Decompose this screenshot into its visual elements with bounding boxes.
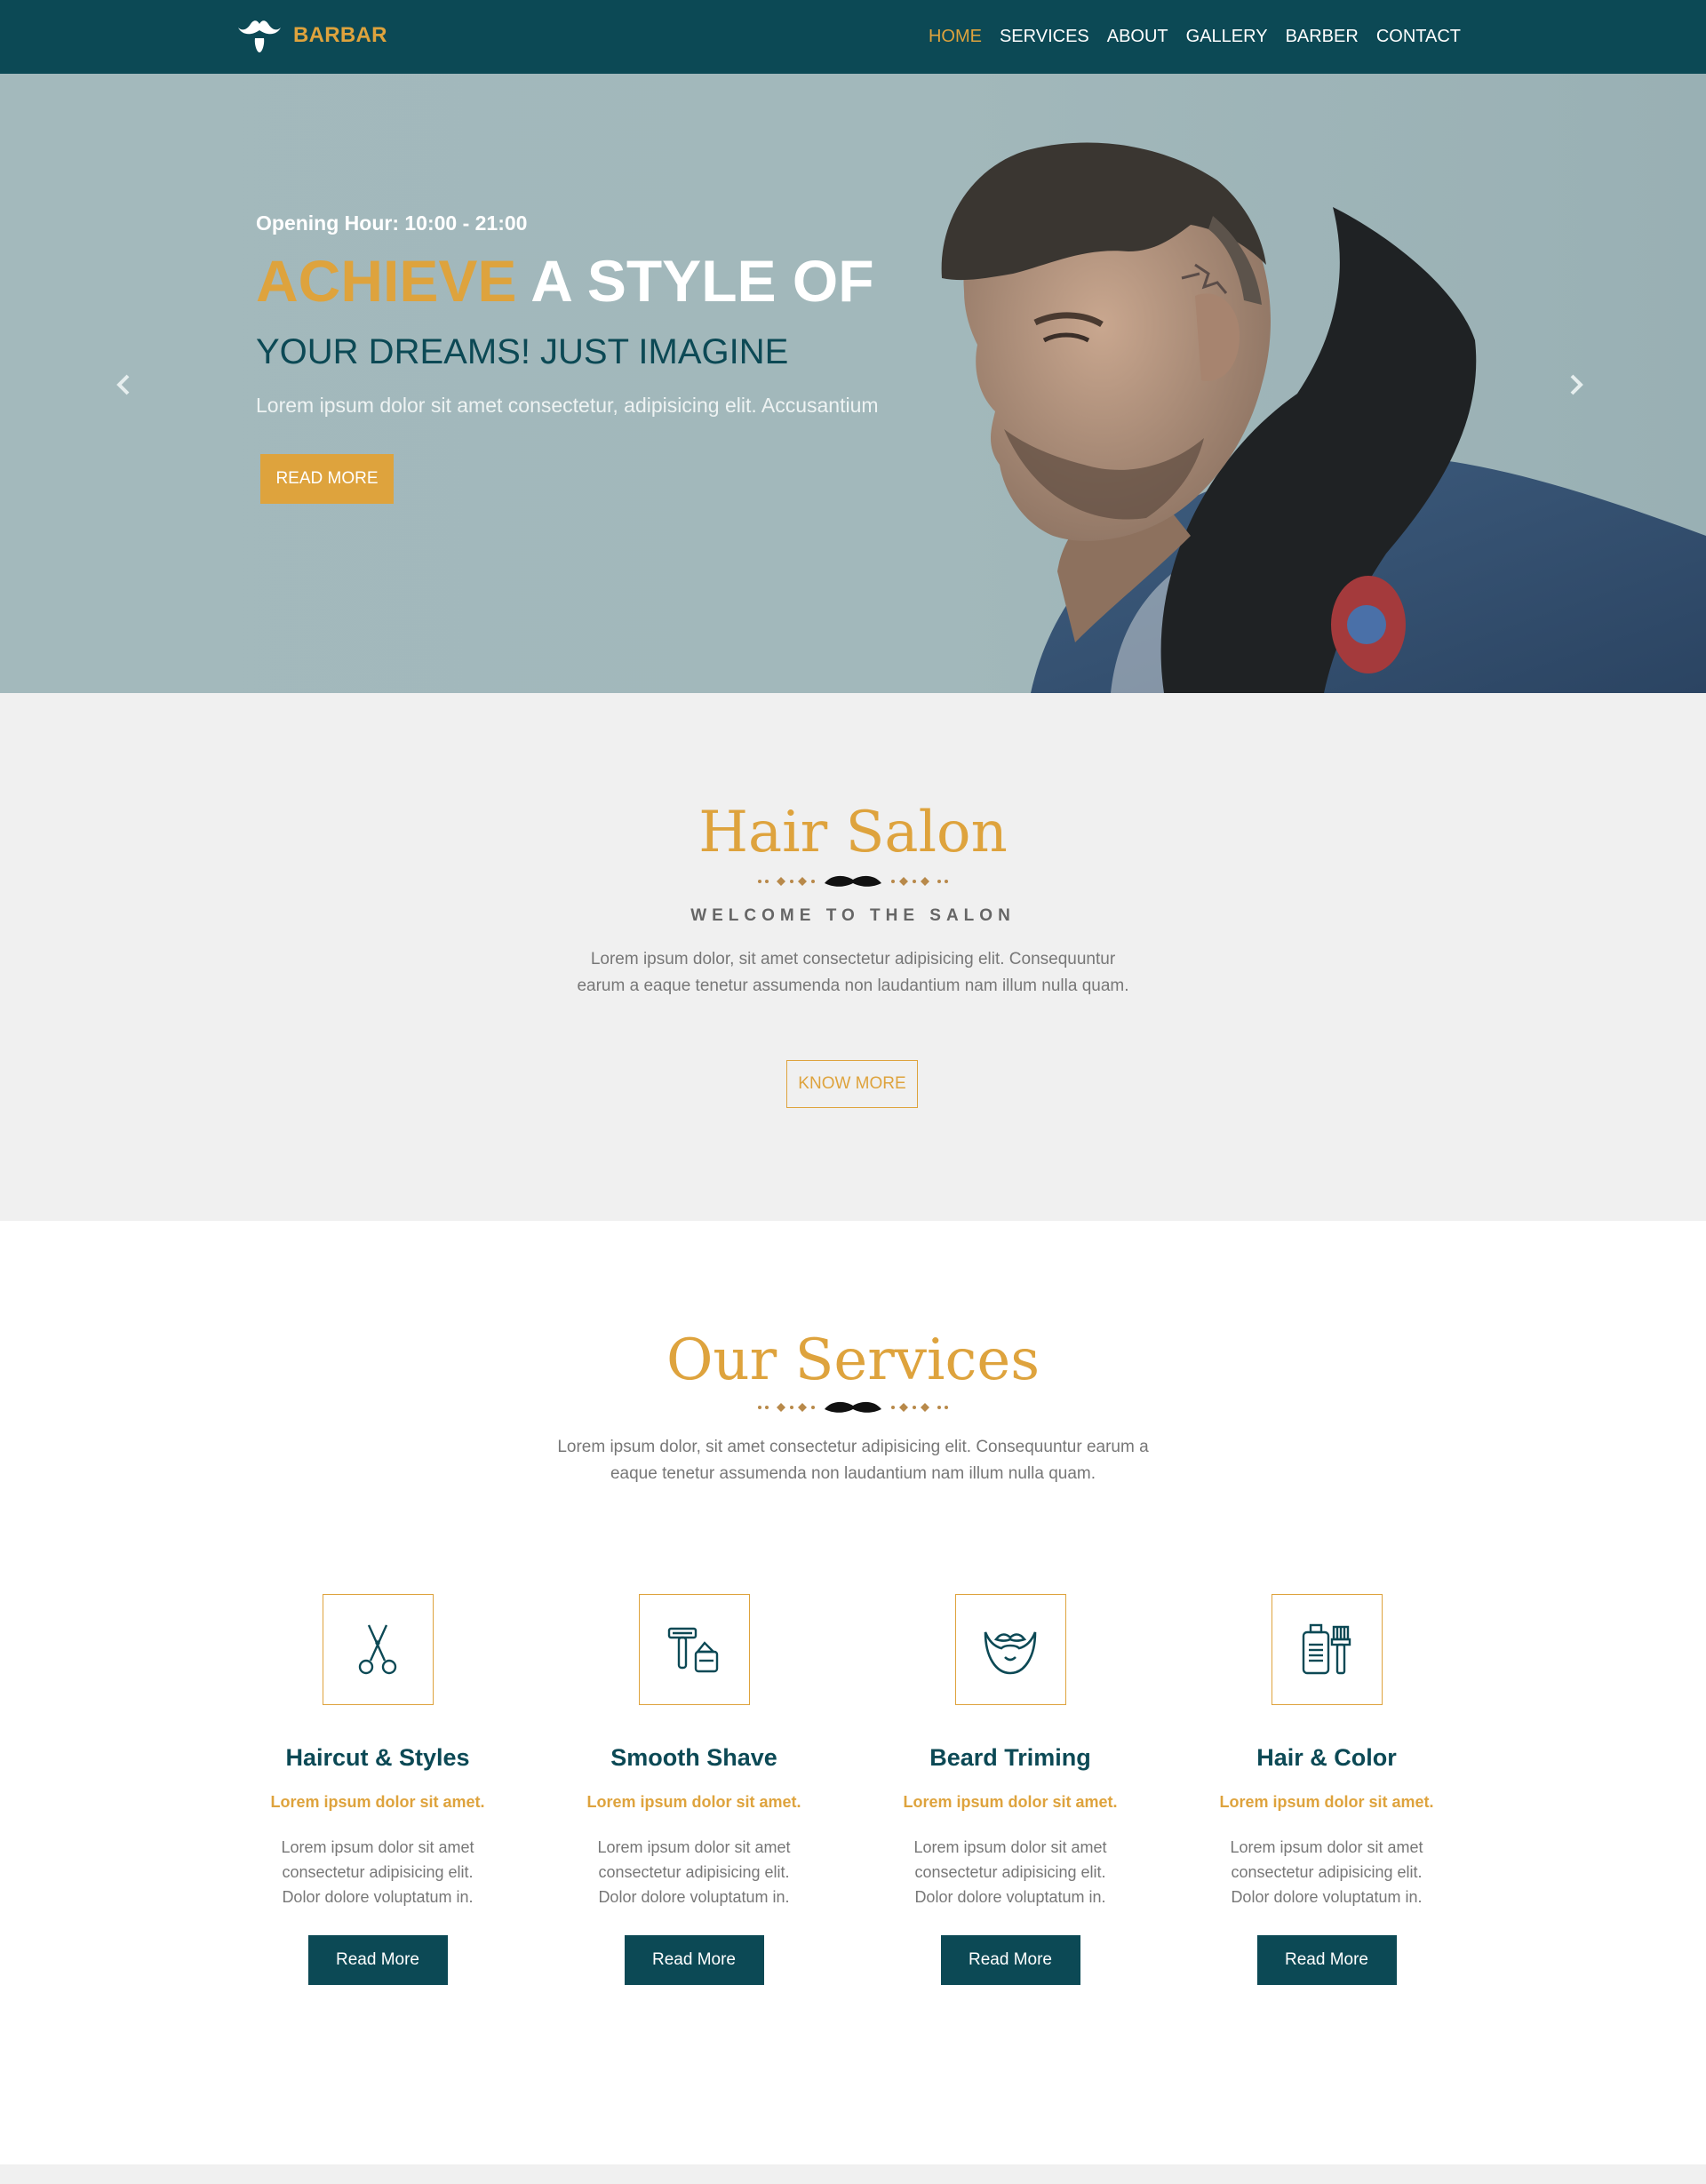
service-subtitle: Lorem ipsum dolor sit amet. bbox=[586, 1793, 801, 1811]
mustache-divider-icon bbox=[758, 875, 948, 887]
service-card-color: Hair & Color Lorem ipsum dolor sit amet.… bbox=[1168, 1594, 1485, 1985]
read-more-button[interactable]: READ MORE bbox=[260, 454, 394, 504]
nav-home[interactable]: HOME bbox=[929, 27, 982, 47]
about-section: Hair Salon WELCOME TO THE SALON Lorem ip… bbox=[0, 693, 1706, 1221]
service-title: Beard Triming bbox=[929, 1744, 1091, 1771]
razor-icon bbox=[667, 1627, 719, 1672]
nav-barber[interactable]: BARBER bbox=[1286, 27, 1359, 47]
service-subtitle: Lorem ipsum dolor sit amet. bbox=[903, 1793, 1118, 1811]
service-text: Lorem ipsum dolor sit amet consectetur a… bbox=[281, 1838, 474, 1906]
service-text: Lorem ipsum dolor sit amet consectetur a… bbox=[1230, 1838, 1423, 1906]
service-card-shave: Smooth Shave Lorem ipsum dolor sit amet.… bbox=[536, 1594, 852, 1985]
hero-text: Lorem ipsum dolor sit amet consectetur, … bbox=[256, 394, 879, 417]
next-section-edge bbox=[0, 2164, 1706, 2184]
man-portrait-image bbox=[941, 142, 1706, 693]
nav-services[interactable]: SERVICES bbox=[1000, 27, 1089, 47]
service-subtitle: Lorem ipsum dolor sit amet. bbox=[1219, 1793, 1434, 1811]
hero-slider: Opening Hour: 10:00 - 21:00 ACHIEVE A ST… bbox=[0, 74, 1706, 693]
nav-contact[interactable]: CONTACT bbox=[1376, 27, 1461, 47]
hero-headline-accent: ACHIEVE bbox=[256, 248, 517, 314]
service-icon-box bbox=[638, 1594, 750, 1705]
hero-subheadline: YOUR DREAMS! JUST IMAGINE bbox=[256, 332, 789, 371]
service-title: Hair & Color bbox=[1256, 1744, 1397, 1771]
know-more-button[interactable]: KNOW MORE bbox=[786, 1060, 918, 1108]
nav-gallery[interactable]: GALLERY bbox=[1186, 27, 1268, 47]
main-nav: HOME SERVICES ABOUT GALLERY BARBER CONTA… bbox=[911, 0, 1461, 74]
scissors-icon bbox=[358, 1624, 397, 1674]
next-slide-icon[interactable] bbox=[1558, 367, 1593, 403]
mustache-logo-icon bbox=[238, 20, 281, 52]
prev-slide-icon[interactable] bbox=[107, 367, 142, 403]
services-text: Lorem ipsum dolor, sit amet consectetur … bbox=[557, 1438, 1149, 1483]
service-title: Smooth Shave bbox=[610, 1744, 777, 1771]
service-read-more-button[interactable]: Read More bbox=[1256, 1935, 1397, 1985]
service-icon-box bbox=[954, 1594, 1066, 1705]
navbar: BARBAR HOME SERVICES ABOUT GALLERY BARBE… bbox=[0, 0, 1706, 74]
opening-hours: Opening Hour: 10:00 - 21:00 bbox=[256, 211, 528, 235]
service-text: Lorem ipsum dolor sit amet consectetur a… bbox=[597, 1838, 791, 1906]
service-icon-box bbox=[1271, 1594, 1383, 1705]
mustache-divider-icon bbox=[758, 1401, 948, 1413]
service-text: Lorem ipsum dolor sit amet consectetur a… bbox=[913, 1838, 1107, 1906]
service-icon-box bbox=[322, 1594, 434, 1705]
about-text: Lorem ipsum dolor, sit amet consectetur … bbox=[577, 950, 1129, 995]
service-title: Haircut & Styles bbox=[285, 1744, 470, 1771]
service-read-more-button[interactable]: Read More bbox=[624, 1935, 764, 1985]
services-title: Our Services bbox=[666, 1327, 1040, 1393]
services-section: Our Services Lorem ipsum dolor, sit amet… bbox=[0, 1221, 1706, 2164]
nav-about[interactable]: ABOUT bbox=[1107, 27, 1168, 47]
service-card-beard: Beard Triming Lorem ipsum dolor sit amet… bbox=[852, 1594, 1168, 1985]
hero-headline-rest: A STYLE OF bbox=[530, 248, 874, 314]
about-title: Hair Salon bbox=[698, 800, 1008, 865]
logo[interactable]: BARBAR bbox=[236, 16, 387, 55]
hero-headline: ACHIEVE A STYLE OF bbox=[256, 251, 874, 310]
about-subtitle: WELCOME TO THE SALON bbox=[690, 906, 1016, 925]
service-subtitle: Lorem ipsum dolor sit amet. bbox=[270, 1793, 485, 1811]
beard-icon bbox=[984, 1630, 1037, 1674]
service-read-more-button[interactable]: Read More bbox=[307, 1935, 448, 1985]
logo-text: BARBAR bbox=[293, 23, 387, 47]
hair-color-icon bbox=[1302, 1623, 1351, 1674]
service-card-haircut: Haircut & Styles Lorem ipsum dolor sit a… bbox=[219, 1594, 536, 1985]
service-read-more-button[interactable]: Read More bbox=[940, 1935, 1080, 1985]
